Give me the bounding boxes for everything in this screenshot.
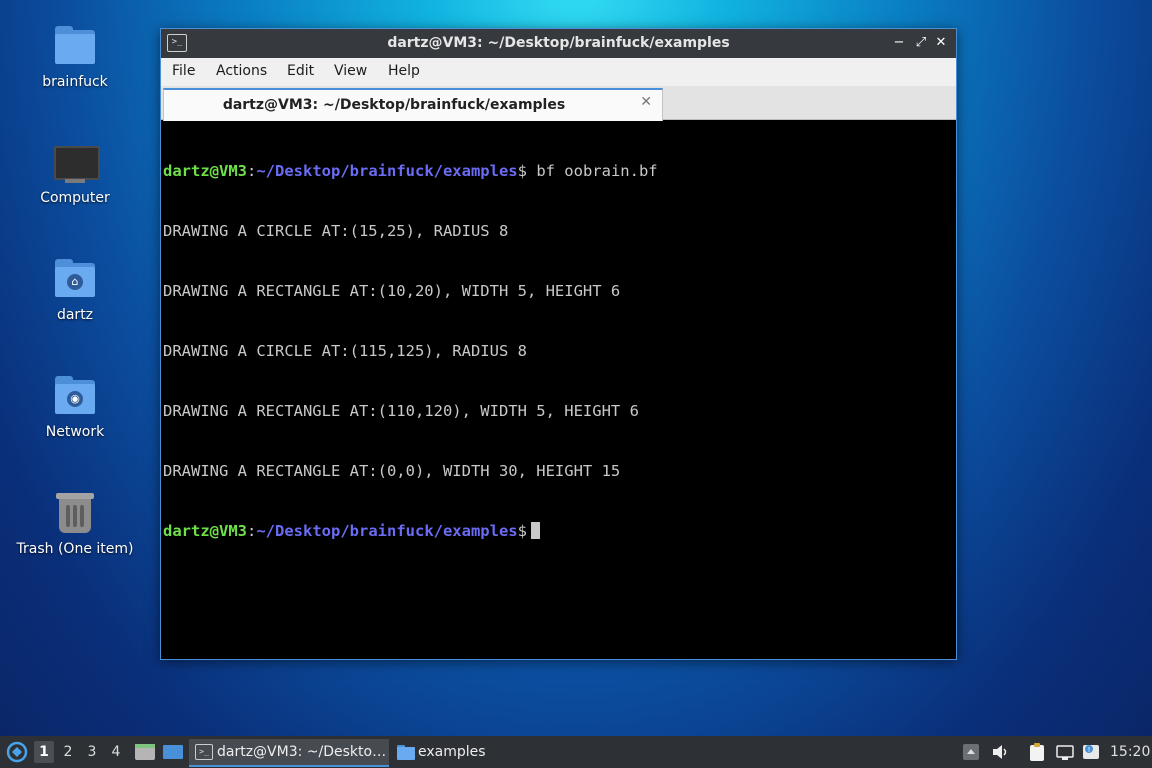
desktop-icon-trash[interactable]: Trash (One item) [0,489,150,557]
volume-icon[interactable] [990,742,1010,762]
workspace-3[interactable]: 3 [82,741,102,763]
terminal-icon: >_ [195,744,213,760]
menu-view[interactable]: View [334,63,367,79]
prompt-symbol: $ [517,522,527,540]
distro-logo-icon [6,741,28,763]
svg-text:!: ! [1088,746,1091,754]
prompt-separator: : [247,162,257,180]
close-button[interactable]: ✕ [933,34,949,52]
text-cursor [530,522,540,539]
start-menu-button[interactable] [4,736,30,768]
desktop-icon-brainfuck[interactable]: brainfuck [0,22,150,90]
menu-file[interactable]: File [172,63,195,79]
output-line: DRAWING A CIRCLE AT:(115,125), RADIUS 8 [163,342,527,360]
desktop-icon-computer[interactable]: Computer [0,138,150,206]
command-line: dartz@VM3:~/Desktop/brainfuck/examples$ … [163,161,952,181]
network-icon[interactable] [1055,742,1075,762]
tab-bar: dartz@VM3: ~/Desktop/brainfuck/examples … [161,86,956,121]
desktop-icon-label: dartz [56,307,94,323]
prompt-path: ~/Desktop/brainfuck/examples [256,162,518,180]
desktop-icon-dartz[interactable]: ⌂ dartz [0,255,150,323]
home-folder-icon: ⌂ [51,255,99,303]
menu-edit[interactable]: Edit [287,63,314,79]
task-label: examples [418,744,486,760]
tray-expand-icon[interactable] [962,742,982,762]
clipboard-icon[interactable] [1027,742,1047,762]
workspace-4[interactable]: 4 [106,741,126,763]
output-line: DRAWING A RECTANGLE AT:(110,120), WIDTH … [163,402,639,420]
computer-icon [51,138,100,186]
task-terminal[interactable]: >_ dartz@VM3: ~/Deskto… [189,739,389,767]
clock[interactable]: 15:20 [1110,736,1150,768]
maximize-button[interactable]: ⤢ [913,34,929,52]
file-manager-launcher[interactable] [133,736,157,768]
task-label: dartz@VM3: ~/Deskto… [217,744,387,760]
menu-help[interactable]: Help [388,63,420,79]
desktop-icon-label: brainfuck [42,74,108,90]
tab-title: dartz@VM3: ~/Desktop/brainfuck/examples [222,97,566,113]
workspace-1[interactable]: 1 [34,741,54,763]
workspace-2[interactable]: 2 [58,741,78,763]
tab-terminal[interactable]: dartz@VM3: ~/Desktop/brainfuck/examples … [163,88,663,121]
prompt-separator: : [247,522,257,540]
terminal-window[interactable]: >_ dartz@VM3: ~/Desktop/brainfuck/exampl… [160,28,957,660]
prompt-user: dartz@VM3 [163,162,247,180]
prompt-path: ~/Desktop/brainfuck/examples [256,522,518,540]
output-line: DRAWING A RECTANGLE AT:(0,0), WIDTH 30, … [163,462,621,480]
task-examples[interactable]: examples [393,739,513,765]
folder-icon [51,22,99,70]
window-titlebar[interactable]: >_ dartz@VM3: ~/Desktop/brainfuck/exampl… [161,29,956,58]
taskbar: 1 2 3 4 >_ dartz@VM3: ~/Deskto… examples [0,736,1152,768]
desktop-icon-label: Computer [40,190,110,206]
network-folder-icon: ◉ [51,372,99,420]
prompt-symbol: $ [517,162,527,180]
desktop-icon-label: Network [45,424,105,440]
output-line: DRAWING A CIRCLE AT:(15,25), RADIUS 8 [163,222,509,240]
notification-icon[interactable]: ! [1081,742,1101,762]
trash-icon [51,489,99,537]
tab-close-button[interactable]: ✕ [640,94,652,110]
terminal-output[interactable]: dartz@VM3:~/Desktop/brainfuck/examples$ … [163,121,952,656]
menubar: File Actions Edit View Help [161,58,956,86]
desktop-icon-label: Trash (One item) [16,541,134,557]
show-desktop-icon [163,745,183,759]
file-manager-icon [135,744,155,760]
prompt-user: dartz@VM3 [163,522,247,540]
desktop-icon-network[interactable]: ◉ Network [0,372,150,440]
prompt-line: dartz@VM3:~/Desktop/brainfuck/examples$ [163,521,952,541]
command-text: bf oobrain.bf [526,162,658,180]
minimize-button[interactable]: − [891,34,907,52]
window-title: dartz@VM3: ~/Desktop/brainfuck/examples [387,35,730,51]
output-line: DRAWING A RECTANGLE AT:(10,20), WIDTH 5,… [163,282,621,300]
menu-actions[interactable]: Actions [216,63,267,79]
folder-icon [397,745,415,760]
show-desktop-button[interactable] [161,736,185,768]
